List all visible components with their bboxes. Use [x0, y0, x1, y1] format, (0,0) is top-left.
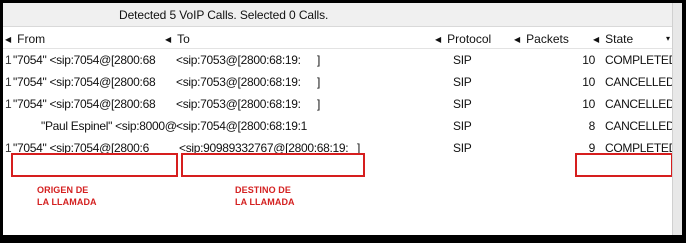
sort-left-icon: ◀	[514, 35, 521, 44]
table-row[interactable]: 1 "7054" <sip:7054@[2800:68 <sip:7053@[2…	[3, 94, 673, 116]
packets-cell: 10	[582, 53, 595, 67]
column-header-to[interactable]: ◀ To	[165, 32, 190, 46]
row-index: 1	[5, 97, 12, 111]
column-label-protocol: Protocol	[447, 32, 492, 46]
from-cell: "Paul Espinel" <sip:8000@	[41, 119, 176, 133]
column-header-packets[interactable]: ◀ Packets	[514, 32, 569, 46]
column-header-state[interactable]: ◀ State	[593, 32, 633, 46]
vertical-scrollbar[interactable]	[672, 3, 682, 235]
column-header-from[interactable]: ◀ From	[5, 32, 45, 46]
table-row[interactable]: 1 "7054" <sip:7054@[2800:68 <sip:7053@[2…	[3, 72, 673, 94]
origin-highlight-box	[11, 153, 178, 177]
state-cell: CANCELLED	[605, 75, 673, 89]
table-row[interactable]: 1 "7054" <sip:7054@[2800:68 <sip:7053@[2…	[3, 50, 673, 72]
packets-cell: 10	[582, 75, 595, 89]
protocol-cell: SIP	[453, 75, 472, 89]
to-cell-end: ]	[317, 75, 321, 89]
column-label-to: To	[177, 32, 190, 46]
voip-calls-window: Detected 5 VoIP Calls. Selected 0 Calls.…	[0, 0, 686, 243]
protocol-cell: SIP	[453, 141, 472, 155]
to-cell-end: ]	[317, 53, 321, 67]
destination-highlight-box	[181, 153, 365, 177]
column-label-state: State	[605, 32, 634, 46]
state-cell: CANCELLED	[605, 119, 673, 133]
sort-left-icon: ◀	[5, 35, 12, 44]
from-cell: "7054" <sip:7054@[2800:68	[13, 53, 156, 67]
origin-annotation: ORIGEN DE LA LLAMADA	[37, 185, 97, 207]
table-header: ◀ From ◀ To ◀ Protocol ◀ Packets ◀ State ▾	[3, 30, 673, 49]
sort-left-icon: ◀	[435, 35, 442, 44]
protocol-cell: SIP	[453, 97, 472, 111]
to-cell-end: ]	[317, 97, 321, 111]
destination-annotation: DESTINO DE LA LLAMADA	[235, 185, 295, 207]
to-cell: <sip:7054@[2800:68:19:1	[176, 119, 308, 133]
state-cell: COMPLETED	[605, 53, 673, 67]
sort-left-icon: ◀	[165, 35, 172, 44]
state-highlight-box	[575, 153, 673, 177]
table-row[interactable]: "Paul Espinel" <sip:8000@ <sip:7054@[280…	[3, 116, 673, 138]
from-cell: "7054" <sip:7054@[2800:68	[13, 97, 156, 111]
column-menu-icon[interactable]: ▾	[666, 34, 670, 43]
to-cell: <sip:7053@[2800:68:19:	[176, 53, 301, 67]
column-label-packets: Packets	[526, 32, 569, 46]
to-cell: <sip:7053@[2800:68:19:	[176, 97, 301, 111]
column-label-from: From	[17, 32, 46, 46]
to-cell: <sip:7053@[2800:68:19:	[176, 75, 301, 89]
sort-left-icon: ◀	[593, 35, 600, 44]
status-bar: Detected 5 VoIP Calls. Selected 0 Calls.	[3, 3, 673, 27]
from-cell: "7054" <sip:7054@[2800:68	[13, 75, 156, 89]
status-text: Detected 5 VoIP Calls. Selected 0 Calls.	[119, 8, 329, 22]
packets-cell: 8	[588, 119, 595, 133]
state-cell: CANCELLED	[605, 97, 673, 111]
column-header-protocol[interactable]: ◀ Protocol	[435, 32, 491, 46]
protocol-cell: SIP	[453, 53, 472, 67]
protocol-cell: SIP	[453, 119, 472, 133]
row-index: 1	[5, 75, 12, 89]
row-index: 1	[5, 53, 12, 67]
packets-cell: 10	[582, 97, 595, 111]
